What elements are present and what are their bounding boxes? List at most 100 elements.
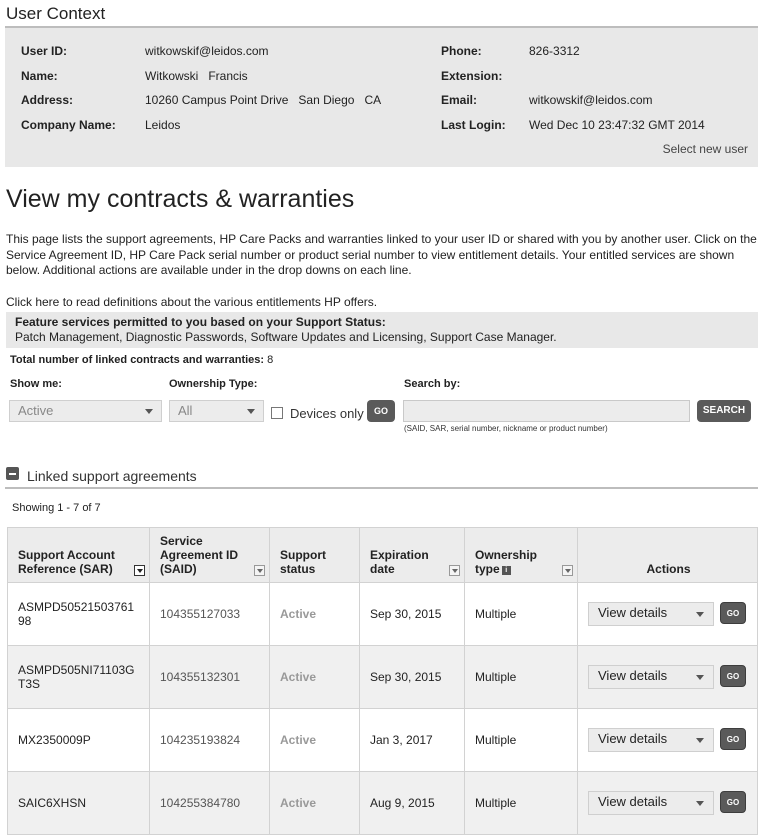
- view-details-dropdown[interactable]: View details: [588, 665, 714, 689]
- linked-agreements-divider: [5, 487, 758, 489]
- show-me-dropdown[interactable]: Active: [9, 400, 162, 422]
- chevron-down-icon: [247, 409, 255, 414]
- show-me-label: Show me:: [10, 378, 62, 390]
- col-header-expiration[interactable]: Expiration date: [359, 527, 465, 583]
- actions-cell: View details GO: [577, 582, 758, 646]
- sar-cell: ASMPD50521503761 98: [7, 582, 150, 646]
- chevron-down-icon: [696, 738, 704, 743]
- row-go-button[interactable]: GO: [720, 728, 746, 750]
- filter-go-button[interactable]: GO: [367, 400, 395, 422]
- phone-label: Phone:: [441, 44, 482, 58]
- ownership-cell: Multiple: [464, 582, 578, 646]
- sort-icon[interactable]: [449, 565, 460, 576]
- said-header-line1: Service: [160, 534, 203, 548]
- chevron-down-icon: [696, 675, 704, 680]
- user-id-value: witkowskif@leidos.com: [145, 44, 269, 58]
- actions-cell: View details GO: [577, 645, 758, 709]
- devices-only-checkbox[interactable]: [271, 407, 283, 419]
- view-details-dropdown[interactable]: View details: [588, 602, 714, 626]
- chevron-down-icon: [145, 409, 153, 414]
- sort-icon[interactable]: [562, 565, 573, 576]
- view-details-label: View details: [598, 731, 668, 746]
- search-hint: (SAID, SAR, serial number, nickname or p…: [404, 424, 608, 433]
- email-label: Email:: [441, 93, 478, 107]
- table-row: MX2350009P 104235193824 Active Jan 3, 20…: [7, 708, 758, 772]
- ownership-header-line1: Ownership: [475, 548, 538, 562]
- ownership-type-value: All: [178, 403, 193, 418]
- said-header-line3: (SAID): [160, 562, 197, 576]
- chevron-down-icon: [696, 801, 704, 806]
- email-value: witkowskif@leidos.com: [529, 93, 653, 107]
- status-cell: Active: [269, 708, 360, 772]
- company-name-label: Company Name:: [21, 118, 116, 132]
- said-link[interactable]: 104355127033: [149, 582, 270, 646]
- definitions-line: Click here to read definitions about the…: [6, 295, 377, 309]
- expiration-header-line2: date: [370, 562, 395, 576]
- company-name-value: Leidos: [145, 118, 181, 132]
- devices-only-label: Devices only: [290, 406, 364, 421]
- status-header-line1: Support: [280, 548, 326, 562]
- sort-icon[interactable]: [134, 565, 145, 576]
- ownership-cell: Multiple: [464, 771, 578, 835]
- said-header-line2: Agreement ID: [160, 548, 239, 562]
- said-link[interactable]: 104235193824: [149, 708, 270, 772]
- total-count: 8: [267, 354, 274, 366]
- page-title: View my contracts & warranties: [6, 185, 355, 213]
- ownership-cell: Multiple: [464, 645, 578, 709]
- col-header-sar[interactable]: Support Account Reference (SAR): [7, 527, 150, 583]
- definitions-text: to read definitions about the various en…: [59, 295, 378, 309]
- ownership-type-dropdown[interactable]: All: [169, 400, 264, 422]
- row-go-button[interactable]: GO: [720, 602, 746, 624]
- status-header-line2: status: [280, 562, 316, 576]
- click-here-link[interactable]: Click here: [6, 295, 59, 309]
- user-context-title: User Context: [6, 4, 106, 23]
- table-row: ASMPD50521503761 98 104355127033 Active …: [7, 582, 758, 646]
- chevron-down-icon: [696, 612, 704, 617]
- last-login-label: Last Login:: [441, 118, 506, 132]
- status-cell: Active: [269, 645, 360, 709]
- view-details-dropdown[interactable]: View details: [588, 791, 714, 815]
- status-cell: Active: [269, 582, 360, 646]
- linked-agreements-title: Linked support agreements: [27, 468, 197, 484]
- sar-cell: ASMPD505NI71103G T3S: [7, 645, 150, 709]
- ownership-type-label: Ownership Type:: [169, 378, 258, 390]
- search-button[interactable]: SEARCH: [697, 400, 751, 422]
- said-link[interactable]: 104355132301: [149, 645, 270, 709]
- col-header-said[interactable]: Service Agreement ID (SAID): [149, 527, 270, 583]
- view-details-label: View details: [598, 794, 668, 809]
- sar-cell: SAIC6XHSN: [7, 771, 150, 835]
- view-details-dropdown[interactable]: View details: [588, 728, 714, 752]
- col-header-ownership[interactable]: Ownership type i: [464, 527, 578, 583]
- name-label: Name:: [21, 69, 58, 83]
- row-go-button[interactable]: GO: [720, 665, 746, 687]
- col-header-status: Support status: [269, 527, 360, 583]
- address-label: Address:: [21, 93, 74, 107]
- select-new-user-link[interactable]: Select new user: [663, 142, 748, 156]
- table-header-row: Support Account Reference (SAR) Service …: [7, 527, 758, 583]
- table-row: ASMPD505NI71103G T3S 104355132301 Active…: [7, 645, 758, 709]
- ownership-header-line2: type: [475, 562, 500, 576]
- sar-header-line1: Support Account: [18, 548, 115, 562]
- extension-label: Extension:: [441, 69, 503, 83]
- search-input[interactable]: [403, 400, 690, 422]
- sort-icon[interactable]: [254, 565, 265, 576]
- last-login-value: Wed Dec 10 23:47:32 GMT 2014: [529, 118, 705, 132]
- row-go-button[interactable]: GO: [720, 791, 746, 813]
- expiration-cell: Sep 30, 2015: [359, 645, 465, 709]
- info-icon[interactable]: i: [501, 566, 511, 575]
- expiration-cell: Aug 9, 2015: [359, 771, 465, 835]
- actions-cell: View details GO: [577, 708, 758, 772]
- search-by-label: Search by:: [404, 378, 461, 390]
- expiration-cell: Jan 3, 2017: [359, 708, 465, 772]
- view-details-label: View details: [598, 605, 668, 620]
- collapse-icon[interactable]: [6, 467, 19, 480]
- feature-services-box: Feature services permitted to you based …: [6, 312, 758, 348]
- status-cell: Active: [269, 771, 360, 835]
- ownership-cell: Multiple: [464, 708, 578, 772]
- agreements-table: Support Account Reference (SAR) Service …: [7, 527, 758, 835]
- feature-services-title: Feature services permitted to you based …: [15, 315, 386, 329]
- expiration-cell: Sep 30, 2015: [359, 582, 465, 646]
- expiration-header-line1: Expiration: [370, 548, 429, 562]
- said-link[interactable]: 104255384780: [149, 771, 270, 835]
- table-row: SAIC6XHSN 104255384780 Active Aug 9, 201…: [7, 771, 758, 835]
